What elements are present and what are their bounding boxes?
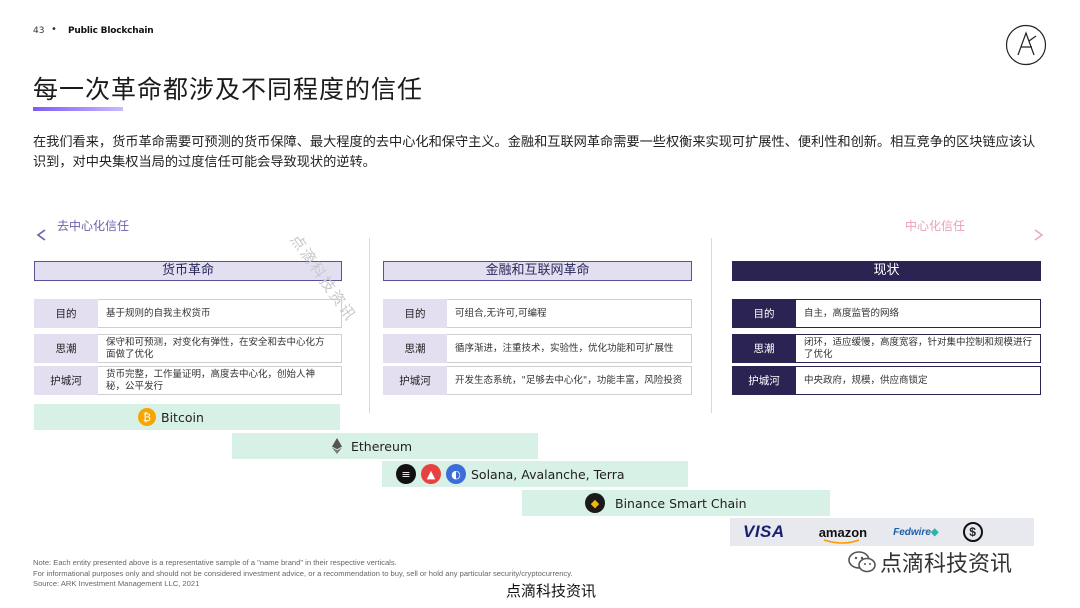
amazon-logo: amazon [818,524,868,544]
binance-icon: ◆ [585,493,605,513]
row-value: 可组合,无许可,可编程 [447,299,692,328]
row-purpose: 目的 自主，高度监管的网络 [732,299,1041,328]
row-value: 货币完整，工作量证明，高度去中心化，创始人神秘，公平发行 [98,366,342,395]
column-status-quo: 现状 目的 自主，高度监管的网络 思潮 闭环，适应缓慢，高度宽容，针对集中控制和… [732,261,1041,395]
trust-spectrum-arrow [36,229,1044,241]
row-label: 思潮 [383,334,447,363]
ethereum-bar: Ethereum [232,433,538,459]
row-purpose: 目的 基于规则的自我主权货币 [34,299,342,328]
column-monetary-revolution: 货币革命 目的 基于规则的自我主权货币 思潮 保守和可预测，对变化有弹性，在安全… [34,261,342,395]
column-title: 现状 [732,261,1041,281]
footnote: Note: Each entity presented above is a r… [33,558,573,590]
visa-logo: VISA [743,522,785,541]
bitcoin-icon: ₿ [138,408,156,426]
ark-logo-icon [1005,24,1047,66]
bar-label: Binance Smart Chain [615,495,747,511]
page-number: 43 [33,26,45,36]
row-purpose: 目的 可组合,无许可,可编程 [383,299,692,328]
avalanche-icon: ▲ [421,464,441,484]
brand-watermark-text: 点滴科技资讯 [880,552,1013,577]
title-underline [33,107,123,111]
row-ethos: 思潮 循序渐进，注重技术，实验性，优化功能和可扩展性 [383,334,692,363]
column-finance-internet-revolution: 金融和互联网革命 目的 可组合,无许可,可编程 思潮 循序渐进，注重技术，实验性… [383,261,692,395]
fedwire-logo-text: Fedwire [893,526,931,538]
column-divider [369,238,370,413]
row-ethos: 思潮 保守和可预测，对变化有弹性，在安全和去中心化方面做了优化 [34,334,342,363]
status-quo-bar: VISA amazon Fedwire◆ $ [730,518,1034,546]
wechat-icon [848,551,876,573]
binance-smart-chain-bar: ◆ Binance Smart Chain [522,490,830,516]
bar-label: Bitcoin [161,409,204,425]
row-value: 闭环，适应缓慢，高度宽容，针对集中控制和规模进行了优化 [796,334,1041,363]
row-value: 自主，高度监管的网络 [796,299,1041,328]
row-value: 中央政府，规模，供应商锁定 [796,366,1041,395]
row-moat: 护城河 中央政府，规模，供应商锁定 [732,366,1041,395]
row-value: 基于规则的自我主权货币 [98,299,342,328]
bitcoin-bar: ₿ Bitcoin [34,404,340,430]
bar-label: Ethereum [351,438,413,454]
page-title: 每一次革命都涉及不同程度的信任 [33,75,424,104]
row-label: 思潮 [732,334,796,363]
column-title: 货币革命 [34,261,342,281]
section-label: Public Blockchain [68,26,154,36]
intro-paragraph: 在我们看来，货币革命需要可预测的货币保障、最大程度的去中心化和保守主义。金融和互… [33,135,1036,170]
row-ethos: 思潮 闭环，适应缓慢，高度宽容，针对集中控制和规模进行了优化 [732,334,1041,363]
terra-icon: ◐ [446,464,466,484]
bar-label: Solana, Avalanche, Terra [471,466,625,482]
row-value: 保守和可预测，对变化有弹性，在安全和去中心化方面做了优化 [98,334,342,363]
row-value: 循序渐进，注重技术，实验性，优化功能和可扩展性 [447,334,692,363]
bottom-watermark: 点滴科技资讯 [506,582,597,600]
row-label: 护城河 [732,366,796,395]
solana-avalanche-terra-bar: ≡ ▲ ◐ Solana, Avalanche, Terra [382,461,688,487]
ethereum-icon [332,438,342,454]
solana-icon: ≡ [396,464,416,484]
header-separator: • [51,24,57,35]
row-label: 目的 [383,299,447,328]
row-label: 护城河 [383,366,447,395]
row-label: 目的 [732,299,796,328]
dollar-icon: $ [962,522,983,542]
footnote-line: For informational purposes only and shou… [33,568,573,578]
brand-watermark: 点滴科技资讯 [848,546,1012,578]
row-label: 护城河 [34,366,98,395]
footnote-line: Source: ARK Investment Management LLC, 2… [33,579,200,588]
column-title: 金融和互联网革命 [383,261,692,281]
row-label: 目的 [34,299,98,328]
column-divider [711,238,712,413]
amazon-logo-text: amazon [818,524,868,540]
amazon-smile-icon [823,538,859,544]
footnote-line: Note: Each entity presented above is a r… [33,558,397,567]
row-moat: 护城河 货币完整，工作量证明，高度去中心化，创始人神秘，公平发行 [34,366,342,395]
row-value: 开发生态系统，"足够去中心化"，功能丰富，风险投资 [447,366,692,395]
row-moat: 护城河 开发生态系统，"足够去中心化"，功能丰富，风险投资 [383,366,692,395]
fedwire-logo: Fedwire◆ [893,526,939,538]
row-label: 思潮 [34,334,98,363]
